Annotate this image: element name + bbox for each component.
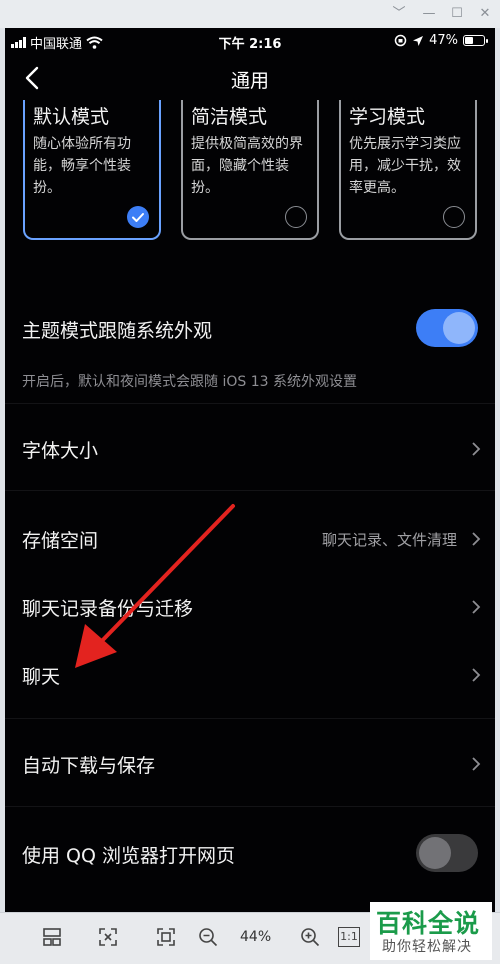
chevron-right-icon — [472, 668, 481, 682]
collapse-icon[interactable]: ﹀ — [388, 4, 410, 24]
row-chat[interactable]: 聊天 — [5, 654, 495, 694]
row-storage[interactable]: 存储空间 聊天记录、文件清理 — [5, 518, 495, 558]
divider — [5, 403, 495, 404]
close-icon[interactable]: ✕ — [474, 4, 496, 24]
crop-icon[interactable] — [152, 923, 180, 951]
divider — [5, 490, 495, 491]
status-bar: 中国联通 下午 2:16 47% — [5, 28, 495, 56]
status-right: 47% — [394, 33, 488, 48]
chevron-right-icon — [472, 532, 481, 546]
mode-name: 简洁模式 — [191, 106, 268, 128]
mode-desc: 提供极简高效的界面，隐藏个性装扮。 — [191, 136, 303, 196]
maximize-icon[interactable]: ☐ — [446, 4, 468, 24]
row-label: 聊天 — [22, 666, 61, 688]
qq-browser-toggle[interactable] — [416, 834, 478, 872]
row-label: 使用 QQ 浏览器打开网页 — [22, 845, 235, 867]
actual-size-button[interactable]: 1:1 — [338, 927, 360, 947]
watermark-logo: 百科全说 助你轻松解决 — [370, 902, 492, 960]
radio-unselected-icon — [443, 206, 465, 228]
battery-icon — [463, 35, 488, 46]
mode-card-default[interactable]: 默认模式 随心体验所有功能，畅享个性装扮。 — [23, 100, 161, 240]
window-titlebar: ﹀ — ☐ ✕ — [0, 0, 500, 28]
viewer-window: ﹀ — ☐ ✕ 中国联通 下午 2:16 47% 通用 默认模式 随心体验所有功… — [0, 0, 500, 964]
mode-desc: 随心体验所有功能，畅享个性装扮。 — [33, 136, 131, 196]
row-label: 自动下载与保存 — [22, 755, 156, 777]
row-theme-follow: 主题模式跟随系统外观 — [5, 308, 495, 348]
row-label: 主题模式跟随系统外观 — [22, 320, 213, 342]
nav-bar: 通用 — [5, 56, 495, 100]
chevron-right-icon — [472, 600, 481, 614]
row-auto-download[interactable]: 自动下载与保存 — [5, 743, 495, 783]
storage-value: 聊天记录、文件清理 — [321, 531, 457, 549]
zoom-level: 44% — [240, 929, 272, 945]
chevron-right-icon — [472, 757, 481, 771]
mode-card-simple[interactable]: 简洁模式 提供极简高效的界面，隐藏个性装扮。 — [181, 100, 319, 240]
radio-unselected-icon — [285, 206, 307, 228]
row-label: 字体大小 — [22, 440, 99, 462]
row-label: 聊天记录备份与迁移 — [22, 598, 194, 620]
page-title: 通用 — [230, 70, 269, 92]
watermark-title: 百科全说 — [376, 909, 481, 938]
battery-percent: 47% — [429, 33, 458, 48]
chevron-right-icon — [472, 442, 481, 456]
mode-name: 默认模式 — [33, 106, 110, 128]
theme-note: 开启后，默认和夜间模式会跟随 iOS 13 系统外观设置 — [22, 374, 357, 390]
orientation-lock-icon — [394, 34, 407, 47]
row-label: 存储空间 — [22, 530, 99, 552]
phone-screen: 中国联通 下午 2:16 47% 通用 默认模式 随心体验所有功能，畅享个性装扮… — [5, 28, 495, 912]
zoom-in-icon[interactable] — [296, 923, 324, 951]
zoom-out-icon[interactable] — [194, 923, 222, 951]
mode-desc: 优先展示学习类应用，减少干扰，效率更高。 — [349, 136, 461, 196]
row-font-size[interactable]: 字体大小 — [5, 428, 495, 468]
row-qq-browser: 使用 QQ 浏览器打开网页 — [5, 833, 495, 873]
check-selected-icon — [127, 206, 149, 228]
fit-screen-icon[interactable] — [94, 923, 122, 951]
theme-follow-toggle[interactable] — [416, 309, 478, 347]
location-icon — [413, 35, 424, 46]
mode-name: 学习模式 — [349, 106, 426, 128]
row-backup[interactable]: 聊天记录备份与迁移 — [5, 586, 495, 626]
watermark-subtitle: 助你轻松解决 — [382, 939, 472, 955]
divider — [5, 718, 495, 719]
minimize-icon[interactable]: — — [418, 4, 440, 24]
mode-card-study[interactable]: 学习模式 优先展示学习类应用，减少干扰，效率更高。 — [339, 100, 477, 240]
thumbnails-icon[interactable] — [38, 923, 66, 951]
divider — [5, 806, 495, 807]
